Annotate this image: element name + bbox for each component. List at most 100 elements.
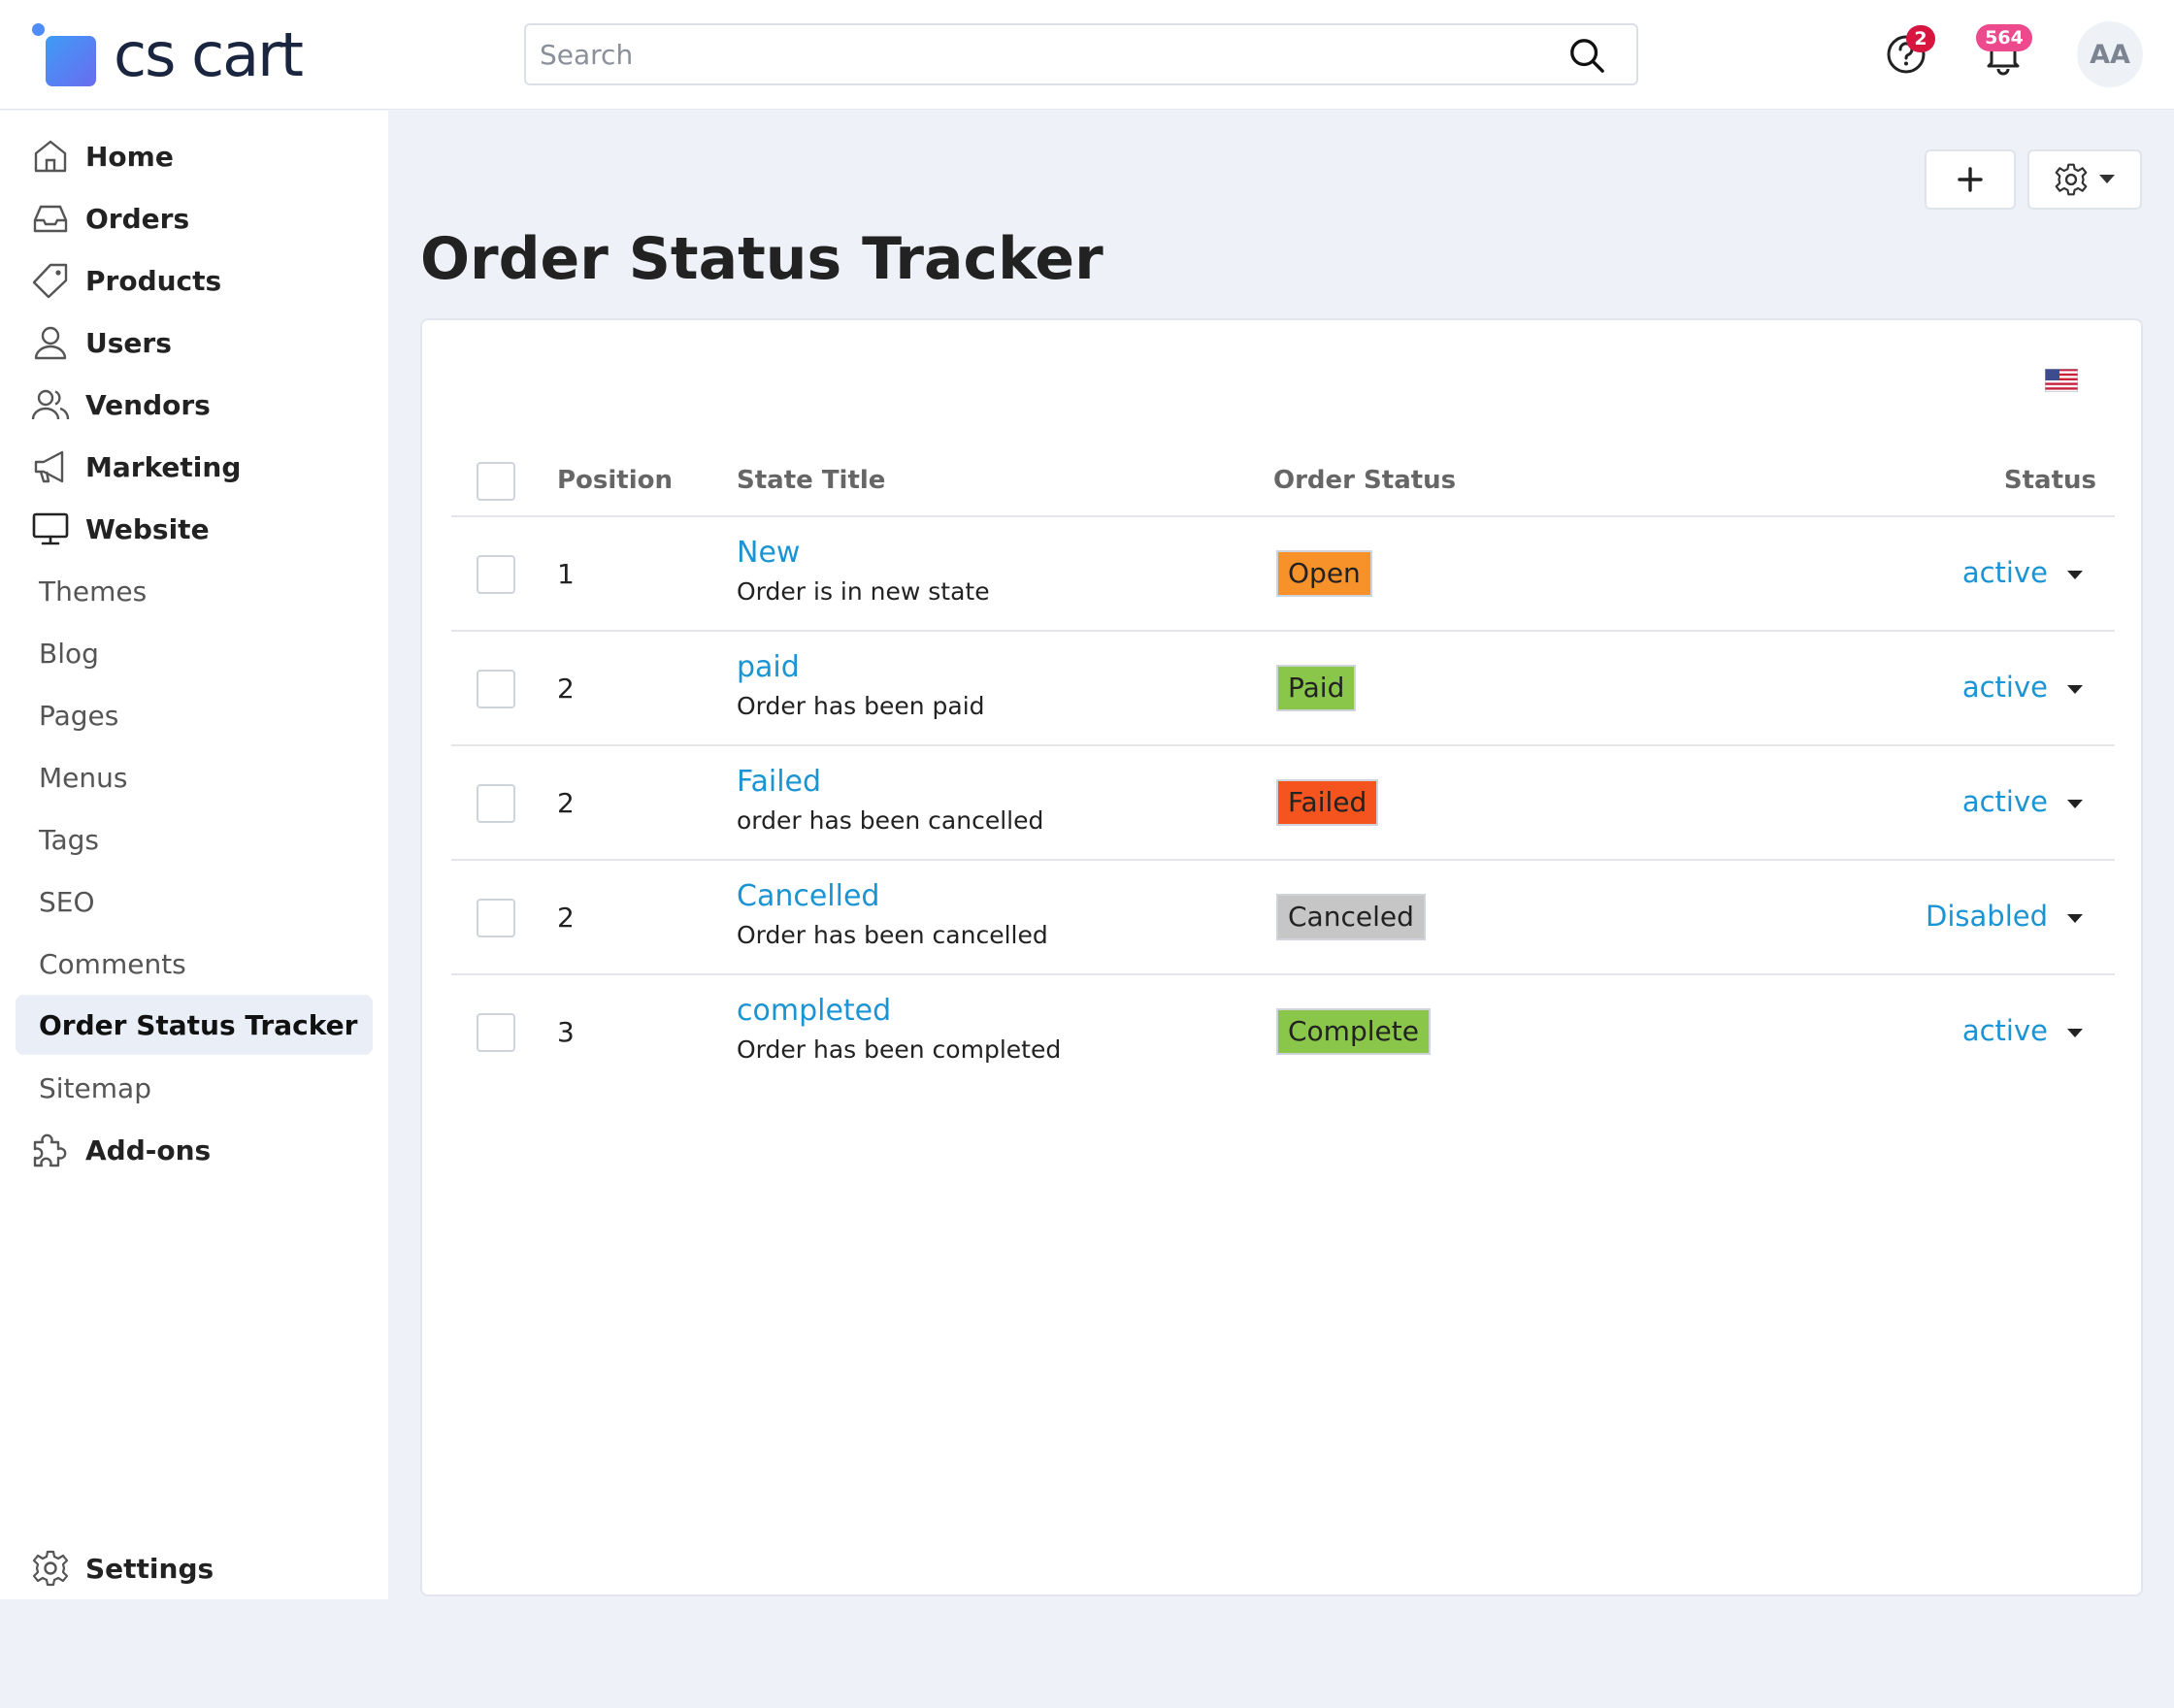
sidebar-item-orders[interactable]: Orders xyxy=(16,188,373,248)
row-checkbox[interactable] xyxy=(477,899,515,937)
sidebar-item-label: Orders xyxy=(85,202,190,235)
row-description: Order is in new state xyxy=(737,577,990,606)
row-checkbox[interactable] xyxy=(477,555,515,594)
row-state-title-link[interactable]: completed xyxy=(737,994,891,1028)
sidebar-item-label: Add-ons xyxy=(85,1133,212,1166)
sidebar-subitem-tags[interactable]: Tags xyxy=(16,809,373,870)
row-position: 2 xyxy=(557,902,575,934)
sidebar-item-label: Vendors xyxy=(85,388,211,421)
sidebar-item-settings[interactable]: Settings xyxy=(16,1538,373,1598)
tag-icon xyxy=(32,263,68,299)
chevron-down-icon[interactable] xyxy=(2067,1029,2083,1037)
sidebar-item-website[interactable]: Website xyxy=(16,499,373,559)
search-icon[interactable] xyxy=(1568,37,1605,74)
row-checkbox[interactable] xyxy=(477,784,515,823)
sidebar-subitem-seo[interactable]: SEO xyxy=(16,871,373,932)
sidebar-item-label: Tags xyxy=(39,823,99,856)
status-dropdown[interactable]: active xyxy=(1962,556,2048,589)
sidebar-item-label: Website xyxy=(85,512,210,545)
sidebar-item-products[interactable]: Products xyxy=(16,250,373,311)
notifications-badge: 564 xyxy=(1976,24,2032,51)
row-position: 3 xyxy=(557,1016,575,1048)
order-status-badge: Complete xyxy=(1276,1008,1431,1055)
search-box xyxy=(524,23,1638,85)
settings-dropdown-button[interactable] xyxy=(2027,149,2142,210)
row-divider xyxy=(451,859,2115,861)
row-divider xyxy=(451,973,2115,975)
logo-mark xyxy=(32,21,100,89)
caret-down-icon xyxy=(2099,175,2115,183)
gear-icon xyxy=(32,1550,69,1587)
row-checkbox[interactable] xyxy=(477,1013,515,1052)
content-card: Position State Title Order Status Status… xyxy=(420,318,2143,1596)
sidebar-subitem-order-status-tracker[interactable]: Order Status Tracker xyxy=(16,995,373,1055)
sidebar-item-vendors[interactable]: Vendors xyxy=(16,375,373,435)
sidebar-item-marketing[interactable]: Marketing xyxy=(16,437,373,497)
column-header-position[interactable]: Position xyxy=(557,466,673,495)
sidebar-item-label: Marketing xyxy=(85,450,242,483)
sidebar-item-label: Users xyxy=(85,326,172,359)
sidebar-item-label: Order Status Tracker xyxy=(39,1008,358,1041)
sidebar-subitem-pages[interactable]: Pages xyxy=(16,685,373,745)
column-header-order-status[interactable]: Order Status xyxy=(1273,466,1456,495)
column-header-status[interactable]: Status xyxy=(2004,466,2096,495)
select-all-checkbox[interactable] xyxy=(477,462,515,501)
top-bar: cs cart 2 564 AA xyxy=(0,0,2174,110)
row-position: 1 xyxy=(557,558,575,590)
row-state-title-link[interactable]: paid xyxy=(737,650,800,684)
add-button[interactable] xyxy=(1925,149,2016,210)
order-status-badge: Open xyxy=(1276,550,1372,597)
sidebar-subitem-themes[interactable]: Themes xyxy=(16,561,373,621)
logo-text: cs cart xyxy=(114,19,304,90)
search-input[interactable] xyxy=(540,25,1549,83)
sidebar: Home Orders Products Users Vendors Marke… xyxy=(0,111,388,1599)
inbox-icon xyxy=(33,205,68,233)
monitor-icon xyxy=(32,512,69,545)
row-description: Order has been paid xyxy=(737,692,985,720)
sidebar-item-home[interactable]: Home xyxy=(16,126,373,186)
status-dropdown[interactable]: active xyxy=(1962,785,2048,818)
sidebar-item-label: Comments xyxy=(39,947,186,980)
sidebar-subitem-comments[interactable]: Comments xyxy=(16,934,373,994)
row-state-title-link[interactable]: New xyxy=(737,536,800,570)
header-divider xyxy=(451,515,2115,517)
sidebar-item-addons[interactable]: Add-ons xyxy=(16,1120,373,1180)
megaphone-icon xyxy=(34,450,64,483)
us-flag-icon[interactable] xyxy=(2045,369,2078,392)
row-state-title-link[interactable]: Cancelled xyxy=(737,879,879,913)
home-icon xyxy=(34,140,67,173)
sidebar-subitem-blog[interactable]: Blog xyxy=(16,623,373,683)
order-status-badge: Failed xyxy=(1276,779,1379,826)
puzzle-icon xyxy=(33,1133,67,1167)
user-icon xyxy=(34,326,67,360)
sidebar-item-label: Pages xyxy=(39,699,119,732)
sidebar-item-label: Blog xyxy=(39,637,99,670)
sidebar-item-label: Home xyxy=(85,140,174,173)
status-dropdown[interactable]: active xyxy=(1962,1014,2048,1047)
row-description: Order has been completed xyxy=(737,1035,1062,1064)
row-description: Order has been cancelled xyxy=(737,921,1048,949)
plus-icon xyxy=(1958,167,1983,192)
row-checkbox[interactable] xyxy=(477,670,515,708)
column-header-state-title[interactable]: State Title xyxy=(737,466,885,495)
row-divider xyxy=(451,744,2115,746)
row-position: 2 xyxy=(557,673,575,705)
sidebar-item-label: Sitemap xyxy=(39,1071,151,1104)
chevron-down-icon[interactable] xyxy=(2067,571,2083,579)
status-dropdown[interactable]: Disabled xyxy=(1926,900,2048,933)
logo[interactable]: cs cart xyxy=(32,19,304,90)
chevron-down-icon[interactable] xyxy=(2067,685,2083,694)
sidebar-item-users[interactable]: Users xyxy=(16,312,373,373)
row-state-title-link[interactable]: Failed xyxy=(737,765,821,799)
sidebar-item-label: Themes xyxy=(39,575,148,608)
sidebar-item-label: Products xyxy=(85,264,222,297)
users-icon xyxy=(31,389,70,420)
chevron-down-icon[interactable] xyxy=(2067,914,2083,923)
row-position: 2 xyxy=(557,787,575,819)
chevron-down-icon[interactable] xyxy=(2067,800,2083,808)
avatar[interactable]: AA xyxy=(2077,21,2143,87)
sidebar-subitem-menus[interactable]: Menus xyxy=(16,747,373,807)
sidebar-item-label: Settings xyxy=(85,1552,214,1585)
status-dropdown[interactable]: active xyxy=(1962,671,2048,704)
sidebar-subitem-sitemap[interactable]: Sitemap xyxy=(16,1058,373,1118)
